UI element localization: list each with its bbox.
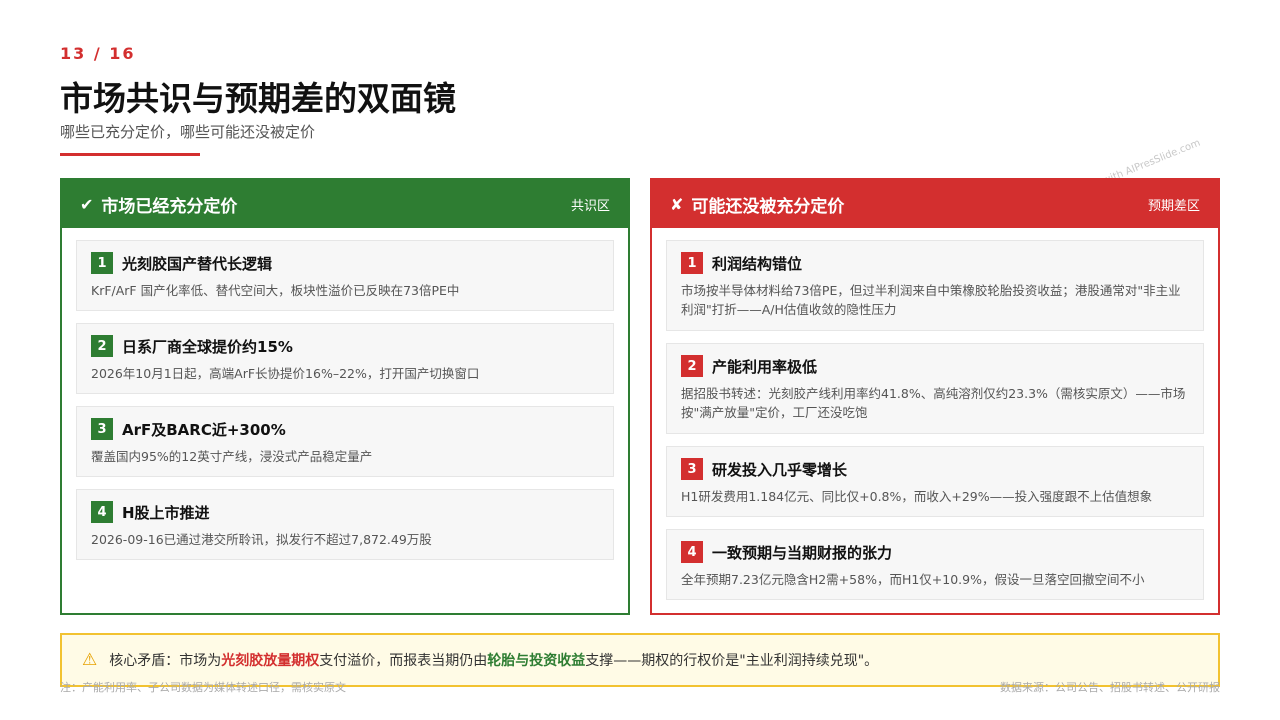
- item-number-badge: 4: [91, 501, 113, 523]
- expectation-gap-panel-title: 可能还没被充分定价: [691, 196, 845, 217]
- item-title: 研发投入几乎零增长: [712, 460, 848, 479]
- item-number-badge: 1: [681, 252, 703, 274]
- item-number-badge: 3: [91, 418, 113, 440]
- data-source: 数据来源：公司公告、招股书转述、公开研报: [1000, 681, 1220, 694]
- item-description: 2026年10月1日起，高端ArF长协提价16%–22%，打开国产切换窗口: [91, 366, 480, 381]
- gap-item: 2 产能利用率极低 据招股书转述：光刻胶产线利用率约41.8%、高纯溶剂仅约23.…: [666, 343, 1204, 434]
- item-title: ArF及BARC近+300%: [122, 420, 286, 439]
- cross-icon: ✘: [670, 194, 684, 214]
- item-title: 利润结构错位: [712, 254, 803, 273]
- item-title: 一致预期与当期财报的张力: [712, 543, 893, 562]
- item-description: 据招股书转述：光刻胶产线利用率约41.8%、高纯溶剂仅约23.3%（需核实原文）…: [681, 386, 1186, 420]
- item-number-badge: 2: [681, 355, 703, 377]
- item-title: 产能利用率极低: [712, 357, 818, 376]
- consensus-item: 4 H股上市推进 2026-09-16已通过港交所聆讯，拟发行不超过7,872.4…: [76, 489, 614, 560]
- warning-icon: ⚠: [82, 650, 98, 670]
- item-number-badge: 4: [681, 541, 703, 563]
- item-number-badge: 1: [91, 252, 113, 274]
- callout-mid: 支付溢价，而报表当期仍由: [319, 653, 488, 669]
- item-description: H1研发费用1.184亿元、同比仅+0.8%，而收入+29%——投入强度跟不上估…: [681, 489, 1153, 504]
- check-icon: ✔: [80, 194, 94, 214]
- page-subtitle: 哪些已充分定价，哪些可能还没被定价: [60, 123, 316, 141]
- title-underline: [60, 153, 200, 156]
- callout-highlight-tire: 轮胎与投资收益: [487, 653, 586, 669]
- item-description: 全年预期7.23亿元隐含H2需+58%，而H1仅+10.9%，假设一旦落空回撤空…: [681, 572, 1145, 587]
- gap-item: 4 一致预期与当期财报的张力 全年预期7.23亿元隐含H2需+58%，而H1仅+1…: [666, 529, 1204, 600]
- gap-item: 3 研发投入几乎零增长 H1研发费用1.184亿元、同比仅+0.8%，而收入+29…: [666, 446, 1204, 517]
- consensus-item: 1 光刻胶国产替代长逻辑 KrF/ArF 国产化率低、替代空间大，板块性溢价已反映…: [76, 240, 614, 311]
- expectation-gap-panel-tag: 预期差区: [1147, 198, 1200, 214]
- expectation-gap-panel: ✘ 可能还没被充分定价 预期差区 1 利润结构错位 市场按半导体材料给73倍PE，…: [650, 178, 1220, 615]
- consensus-panel-title: 市场已经充分定价: [101, 196, 238, 217]
- callout-prefix: 核心矛盾：市场为: [109, 653, 222, 669]
- item-number-badge: 3: [681, 458, 703, 480]
- item-title: 光刻胶国产替代长逻辑: [122, 254, 273, 273]
- consensus-panel: ✔ 市场已经充分定价 共识区 1 光刻胶国产替代长逻辑 KrF/ArF 国产化率低…: [60, 178, 630, 615]
- consensus-item: 3 ArF及BARC近+300% 覆盖国内95%的12英寸产线，浸没式产品稳定量产: [76, 406, 614, 477]
- consensus-item: 2 日系厂商全球提价约15% 2026年10月1日起，高端ArF长协提价16%–2…: [76, 323, 614, 394]
- item-description: KrF/ArF 国产化率低、替代空间大，板块性溢价已反映在73倍PE中: [91, 283, 460, 298]
- item-description: 2026-09-16已通过港交所聆讯，拟发行不超过7,872.49万股: [91, 532, 432, 547]
- consensus-panel-tag: 共识区: [570, 198, 610, 214]
- callout-suffix: 支撑——期权的行权价是"主业利润持续兑现"。: [585, 653, 879, 669]
- page-title: 市场共识与预期差的双面镜: [60, 79, 456, 118]
- item-title: 日系厂商全球提价约15%: [122, 337, 293, 356]
- item-title: H股上市推进: [122, 503, 210, 522]
- page-number: 13 / 16: [60, 44, 136, 63]
- consensus-panel-header: ✔ 市场已经充分定价 共识区: [62, 180, 628, 228]
- expectation-gap-panel-header: ✘ 可能还没被充分定价 预期差区: [652, 180, 1218, 228]
- item-description: 市场按半导体材料给73倍PE，但过半利润来自中策橡胶轮胎投资收益；港股通常对"非…: [681, 283, 1181, 317]
- item-number-badge: 2: [91, 335, 113, 357]
- item-description: 覆盖国内95%的12英寸产线，浸没式产品稳定量产: [91, 449, 373, 464]
- footnote: 注：产能利用率、子公司数据为媒体转述口径，需核实原文: [60, 681, 346, 694]
- callout-highlight-option: 光刻胶放量期权: [221, 653, 320, 669]
- gap-item: 1 利润结构错位 市场按半导体材料给73倍PE，但过半利润来自中策橡胶轮胎投资收益…: [666, 240, 1204, 331]
